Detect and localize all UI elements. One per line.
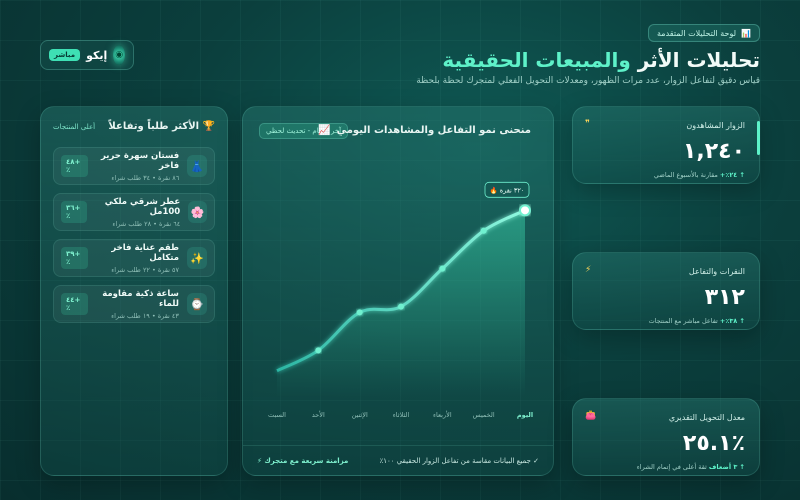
page-title-accent: والمبيعات الحقيقية — [442, 48, 631, 72]
trend-icon: 📈 — [318, 125, 331, 136]
x-tick-label: الإثنين — [352, 411, 368, 419]
metric-value: ١,٢٤٠ — [682, 139, 745, 164]
product-name: فستان سهرة حرير فاخر — [100, 150, 180, 171]
sync-status: ⚡ مزامنة سريعة مع متجرك — [257, 457, 348, 465]
metric-value: ٣١٢ — [704, 285, 745, 310]
product-stats: ٥٧ نقرة • ٢٢ طلب شراء — [111, 265, 180, 274]
product-name: ساعة ذكية مقاومة للماء — [102, 288, 179, 309]
metric-label: الزوار المشاهدون — [686, 121, 745, 130]
chart-icon: 📊 — [741, 28, 751, 38]
chart-title: منحنى نمو التفاعل والمشاهدات اليومي 📈 — [318, 125, 531, 136]
metric-value: ٢٥.١٪ — [682, 431, 745, 456]
product-growth-badge: ٤٨+٪ — [61, 155, 88, 177]
product-stats: ٤٣ نقرة • ١٩ طلب شراء — [111, 311, 179, 320]
x-tick-label: اليوم — [517, 411, 533, 419]
product-item[interactable]: ٤٤+٪ ساعة ذكية مقاومة للماء ٤٣ نقرة • ١٩… — [53, 285, 215, 323]
peak-tooltip-label: 🔥 ٣٢٠ نقرة — [490, 186, 525, 194]
card-accent-bar — [757, 121, 760, 155]
chart-point[interactable] — [519, 204, 531, 217]
wallet-icon: 👛 — [585, 411, 597, 421]
product-growth-badge: ٣٩+٪ — [61, 247, 88, 269]
x-tick-label: الخميس — [473, 411, 495, 419]
growth-chart: السبت الأحد الإثنين الثلاثاء الأربعاء الخميس ا… — [268, 181, 533, 419]
x-tick-label: السبت — [268, 411, 286, 419]
dress-icon: 👗 — [187, 155, 208, 177]
brand-box[interactable]: مباشر إيكو ◉ — [40, 40, 134, 70]
metric-label: النقرات والتفاعل — [688, 267, 745, 276]
quote-icon: ❞ — [585, 119, 590, 129]
top-products-title-text: الأكثر طلباً وتفاعلاً — [108, 121, 200, 132]
watch-icon: ⌚ — [186, 293, 207, 315]
metric-note-text: ثقة أعلى في إتمام الشراء — [636, 463, 707, 471]
product-name: عطر شرقي ملكي 100مل — [104, 196, 181, 217]
metric-note: ↑ ٣ أضعاف ثقة أعلى في إتمام الشراء — [637, 463, 745, 471]
x-tick-label: الثلاثاء — [393, 411, 410, 419]
metric-change: ↑ ٣ أضعاف — [708, 463, 745, 471]
data-note: ✓ جميع البيانات مقاسة من تفاعل الزوار ال… — [379, 457, 539, 465]
data-note-text: جميع البيانات مقاسة من تفاعل الزوار الحق… — [379, 456, 531, 465]
product-growth-badge: ٤٤+٪ — [61, 293, 89, 315]
x-tick-label: الأحد — [312, 410, 325, 419]
product-stats: ٨٦ نقرة • ٣٤ طلب شراء — [111, 173, 180, 182]
product-item[interactable]: ٣٦+٪ عطر شرقي ملكي 100مل ٦٤ نقرة • ٢٨ طل… — [53, 193, 215, 231]
live-badge: مباشر — [49, 49, 81, 61]
product-name: طقم عناية فاخر متكامل — [111, 242, 180, 263]
metric-note: ↑ ٣٨٪+ تفاعل مباشر مع المنتجات — [649, 317, 745, 325]
metric-note-text: مقارنة بالأسبوع الماضي — [653, 171, 718, 179]
metric-note-text: تفاعل مباشر مع المنتجات — [648, 317, 718, 325]
flower-icon: 🌸 — [188, 201, 207, 223]
bolt-icon: ⚡ — [257, 456, 262, 465]
chart-point[interactable] — [398, 303, 404, 310]
metric-note: ↑ ٢٤٪+ مقارنة بالأسبوع الماضي — [654, 171, 745, 179]
product-item[interactable]: ٣٩+٪ طقم عناية فاخر متكامل ٥٧ نقرة • ٢٢ … — [53, 239, 215, 277]
metric-card-conversion: 👛 معدل التحويل التقديري ٢٥.١٪ ↑ ٣ أضعاف … — [572, 398, 760, 476]
metric-card-clicks: ⚡ النقرات والتفاعل ٣١٢ ↑ ٣٨٪+ تفاعل مباش… — [572, 252, 760, 330]
page-subtitle: قياس دقيق لتفاعل الزوار، عدد مرات الظهور… — [416, 76, 760, 86]
metric-label: معدل التحويل التقديري — [668, 413, 745, 422]
sparkles-icon: ✨ — [187, 247, 207, 269]
product-stats: ٦٤ نقرة • ٢٨ طلب شراء — [112, 219, 181, 228]
check-icon: ✓ — [533, 456, 539, 465]
metric-change: ↑ ٢٤٪+ — [719, 171, 745, 179]
chart-point[interactable] — [356, 309, 363, 316]
brand-logo-icon: ◉ — [113, 45, 125, 65]
brand-name: إيكو — [86, 48, 108, 62]
metric-change: ↑ ٣٨٪+ — [719, 317, 745, 325]
growth-chart-panel: آخر ٧ أيام - تحديث لحظي منحنى نمو التفاع… — [242, 106, 554, 476]
bolt-icon: ⚡ — [585, 265, 592, 275]
page-title: تحليلات الأثر والمبيعات الحقيقية — [442, 48, 760, 72]
product-growth-badge: ٣٦+٪ — [61, 201, 87, 223]
sync-status-text: مزامنة سريعة مع متجرك — [264, 456, 349, 465]
x-tick-label: الأربعاء — [433, 410, 452, 419]
top-products-panel: أعلى المنتجات 🏆 الأكثر طلباً وتفاعلاً ٤٨… — [40, 106, 228, 476]
chart-point[interactable] — [480, 227, 487, 234]
chart-footer: ⚡ مزامنة سريعة مع متجرك ✓ جميع البيانات … — [243, 445, 553, 475]
top-products-link[interactable]: أعلى المنتجات — [53, 123, 95, 131]
chart-point[interactable] — [315, 347, 322, 354]
chart-point[interactable] — [439, 265, 446, 272]
metric-card-visitors: ❞ الزوار المشاهدون ١,٢٤٠ ↑ ٢٤٪+ مقارنة ب… — [572, 106, 760, 184]
dashboard-badge: لوحة التحليلات المتقدمة 📊 — [648, 24, 760, 42]
top-products-title: 🏆 الأكثر طلباً وتفاعلاً — [108, 121, 215, 132]
page-title-main: تحليلات الأثر — [630, 48, 760, 72]
badge-label: لوحة التحليلات المتقدمة — [657, 28, 737, 38]
product-item[interactable]: ٤٨+٪ فستان سهرة حرير فاخر ٨٦ نقرة • ٣٤ ط… — [53, 147, 215, 185]
chart-title-text: منحنى نمو التفاعل والمشاهدات اليومي — [336, 125, 531, 136]
trophy-icon: 🏆 — [202, 121, 215, 132]
